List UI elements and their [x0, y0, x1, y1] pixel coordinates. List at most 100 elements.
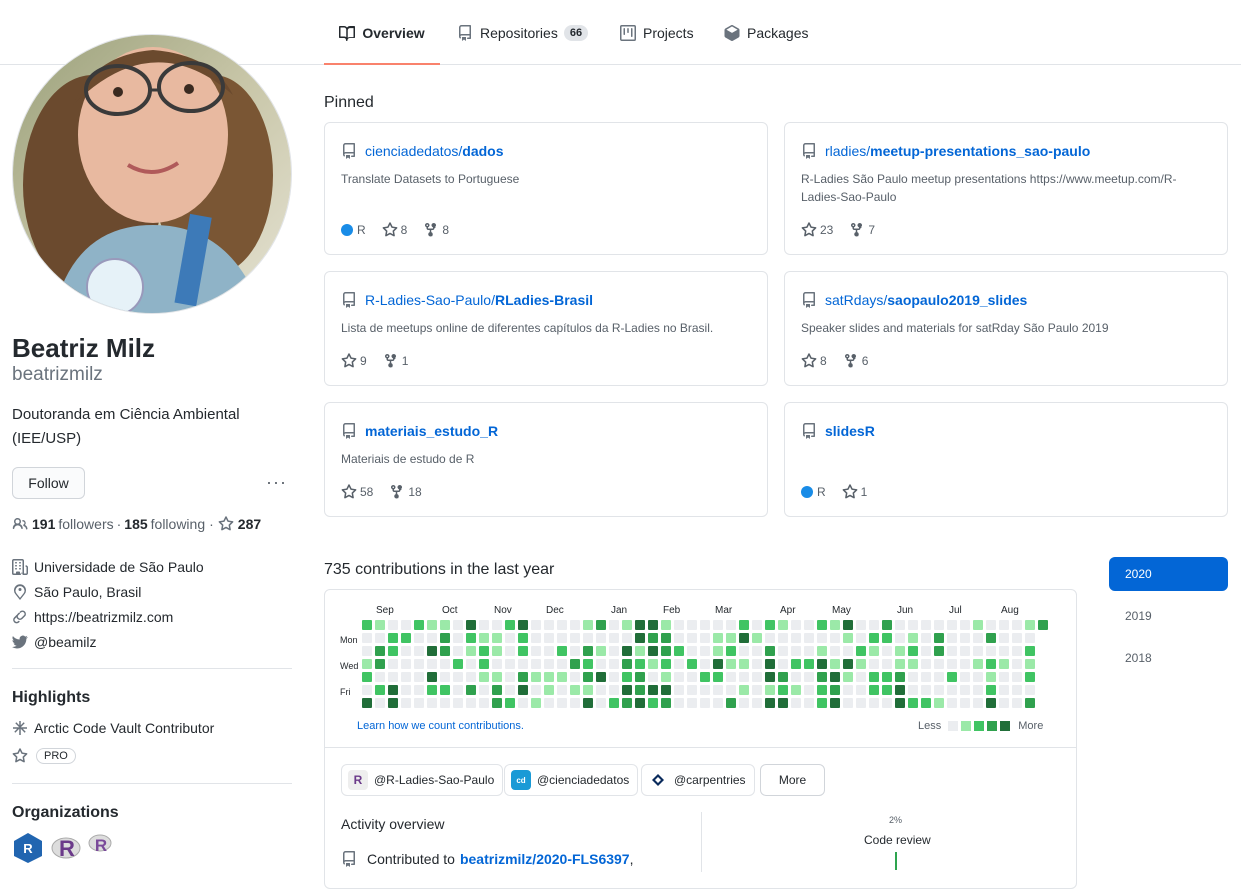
contribution-day[interactable]	[908, 698, 918, 708]
contribution-day[interactable]	[752, 620, 762, 630]
contribution-day[interactable]	[908, 620, 918, 630]
contribution-day[interactable]	[752, 685, 762, 695]
followers-count[interactable]: 191	[32, 516, 55, 532]
contribution-day[interactable]	[739, 685, 749, 695]
contribution-day[interactable]	[570, 698, 580, 708]
contribution-day[interactable]	[817, 633, 827, 643]
contribution-day[interactable]	[414, 698, 424, 708]
contribution-day[interactable]	[869, 685, 879, 695]
contribution-day[interactable]	[492, 672, 502, 682]
contribution-day[interactable]	[388, 659, 398, 669]
contribution-day[interactable]	[440, 698, 450, 708]
contribution-day[interactable]	[362, 672, 372, 682]
contribution-day[interactable]	[921, 633, 931, 643]
contribution-day[interactable]	[778, 698, 788, 708]
contribution-day[interactable]	[869, 672, 879, 682]
contribution-day[interactable]	[947, 672, 957, 682]
org-filter-rladies-sp[interactable]: R @R-Ladies-Sao-Paulo	[341, 764, 504, 796]
contribution-day[interactable]	[791, 620, 801, 630]
contribution-heatmap[interactable]	[362, 620, 1052, 712]
contribution-day[interactable]	[817, 698, 827, 708]
contribution-day[interactable]	[973, 698, 983, 708]
contribution-day[interactable]	[596, 633, 606, 643]
contribution-day[interactable]	[427, 698, 437, 708]
contribution-day[interactable]	[570, 620, 580, 630]
contribution-day[interactable]	[999, 646, 1009, 656]
contribution-day[interactable]	[765, 633, 775, 643]
contribution-day[interactable]	[739, 659, 749, 669]
contribution-day[interactable]	[609, 698, 619, 708]
contribution-day[interactable]	[635, 659, 645, 669]
contribution-day[interactable]	[596, 685, 606, 695]
contribution-day[interactable]	[414, 672, 424, 682]
contribution-day[interactable]	[986, 620, 996, 630]
contribution-day[interactable]	[921, 659, 931, 669]
contribution-day[interactable]	[622, 633, 632, 643]
repo-stars[interactable]: 8	[801, 353, 827, 369]
year-2019[interactable]: 2019	[1109, 599, 1228, 633]
contribution-day[interactable]	[570, 633, 580, 643]
contribution-day[interactable]	[817, 685, 827, 695]
contribution-day[interactable]	[661, 620, 671, 630]
contribution-day[interactable]	[544, 659, 554, 669]
contribution-day[interactable]	[869, 633, 879, 643]
contribution-day[interactable]	[388, 698, 398, 708]
contribution-day[interactable]	[765, 646, 775, 656]
contribution-day[interactable]	[817, 672, 827, 682]
contribution-day[interactable]	[531, 646, 541, 656]
contribution-day[interactable]	[375, 685, 385, 695]
repo-forks[interactable]: 1	[383, 353, 408, 369]
tab-overview[interactable]: Overview	[324, 0, 440, 65]
contribution-day[interactable]	[765, 685, 775, 695]
contribution-day[interactable]	[414, 659, 424, 669]
contribution-day[interactable]	[934, 620, 944, 630]
contribution-day[interactable]	[674, 659, 684, 669]
repo-forks[interactable]: 7	[849, 222, 875, 238]
repo-name[interactable]: satRdays/saopaulo2019_slides	[825, 292, 1027, 308]
contribution-day[interactable]	[401, 633, 411, 643]
contribution-day[interactable]	[778, 646, 788, 656]
contribution-day[interactable]	[453, 633, 463, 643]
twitter-handle[interactable]: @beamilz	[34, 634, 96, 650]
contribution-day[interactable]	[999, 685, 1009, 695]
contribution-day[interactable]	[986, 672, 996, 682]
contribution-day[interactable]	[856, 685, 866, 695]
contribution-day[interactable]	[882, 646, 892, 656]
contribution-day[interactable]	[843, 659, 853, 669]
contribution-day[interactable]	[674, 685, 684, 695]
contribution-day[interactable]	[895, 685, 905, 695]
contribution-day[interactable]	[856, 646, 866, 656]
contribution-day[interactable]	[609, 620, 619, 630]
repo-link[interactable]: satRdays/saopaulo2019_slides	[801, 292, 1027, 308]
contribution-day[interactable]	[622, 685, 632, 695]
contribution-day[interactable]	[661, 646, 671, 656]
contribution-day[interactable]	[843, 672, 853, 682]
contribution-day[interactable]	[557, 633, 567, 643]
contribution-day[interactable]	[687, 659, 697, 669]
contribution-day[interactable]	[544, 685, 554, 695]
contribution-day[interactable]	[401, 672, 411, 682]
contribution-day[interactable]	[921, 646, 931, 656]
contribution-day[interactable]	[908, 646, 918, 656]
contribution-day[interactable]	[804, 698, 814, 708]
contribution-day[interactable]	[427, 659, 437, 669]
contribution-day[interactable]	[882, 633, 892, 643]
contribution-day[interactable]	[908, 633, 918, 643]
contribution-day[interactable]	[882, 672, 892, 682]
contribution-day[interactable]	[362, 698, 372, 708]
year-2018[interactable]: 2018	[1109, 641, 1228, 675]
contribution-day[interactable]	[518, 633, 528, 643]
contribution-day[interactable]	[700, 633, 710, 643]
contribution-day[interactable]	[661, 685, 671, 695]
contribution-day[interactable]	[583, 698, 593, 708]
contribution-day[interactable]	[1025, 698, 1035, 708]
contribution-day[interactable]	[674, 698, 684, 708]
contribution-day[interactable]	[1012, 685, 1022, 695]
highlight-item[interactable]: Arctic Code Vault Contributor	[12, 720, 214, 736]
contribution-day[interactable]	[1038, 620, 1048, 630]
contribution-day[interactable]	[427, 620, 437, 630]
contribution-day[interactable]	[895, 620, 905, 630]
contribution-day[interactable]	[882, 698, 892, 708]
contribution-day[interactable]	[973, 659, 983, 669]
contribution-day[interactable]	[414, 646, 424, 656]
